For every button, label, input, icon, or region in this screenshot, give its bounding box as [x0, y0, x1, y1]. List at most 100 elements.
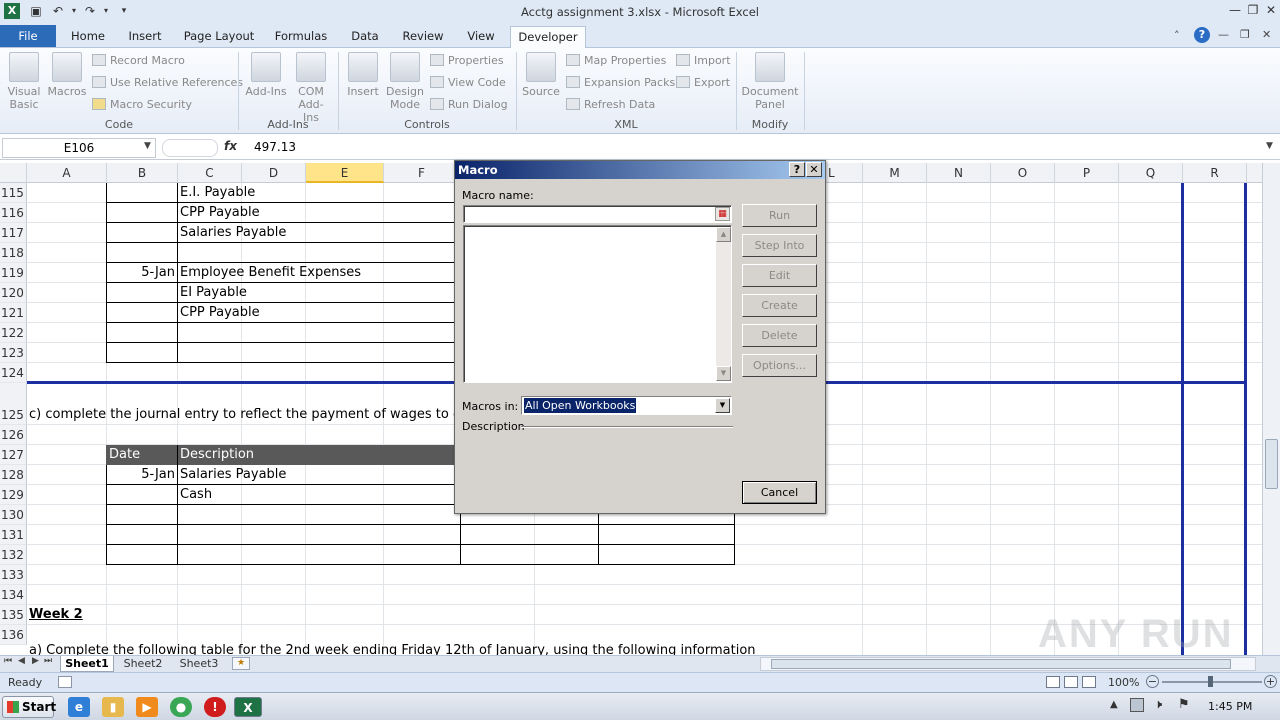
internet-explorer-icon[interactable]: e — [68, 697, 90, 717]
macros-in-select[interactable]: All Open Workbooks ▼ — [521, 396, 732, 415]
column-header-c[interactable]: C — [178, 163, 242, 183]
security-app-icon[interactable]: ! — [204, 697, 226, 717]
file-explorer-icon[interactable]: ▮ — [102, 697, 124, 717]
view-code-button[interactable]: View Code — [430, 74, 506, 92]
column-header-m[interactable]: M — [863, 163, 927, 183]
row-header[interactable]: 120 — [0, 283, 27, 303]
macro-name-input[interactable] — [463, 205, 732, 223]
row-header[interactable]: 132 — [0, 545, 27, 565]
row-header[interactable]: 129 — [0, 485, 27, 505]
column-header-a[interactable]: A — [27, 163, 107, 183]
dialog-help-button[interactable]: ? — [789, 162, 805, 177]
row-header[interactable]: 124 — [0, 363, 27, 383]
tab-developer[interactable]: Developer — [510, 26, 586, 49]
macro-list[interactable] — [463, 225, 732, 383]
sheet-tab-sheet3[interactable]: Sheet3 — [172, 656, 226, 672]
last-sheet-icon[interactable]: ⏭ — [44, 656, 52, 666]
cell-description[interactable]: CPP Payable — [180, 303, 260, 323]
column-header-l[interactable]: L — [826, 163, 863, 183]
row-header[interactable]: 126 — [0, 425, 27, 445]
cell-date[interactable]: 5-Jan — [107, 465, 175, 485]
column-header-n[interactable]: N — [927, 163, 991, 183]
export-button[interactable]: Export — [676, 74, 730, 92]
start-button[interactable]: Start — [2, 696, 56, 718]
restore-icon[interactable]: ❐ — [1244, 2, 1262, 18]
cancel-button[interactable]: Cancel — [742, 481, 817, 504]
source-button[interactable]: Source — [520, 52, 562, 98]
tab-insert[interactable]: Insert — [120, 26, 170, 48]
cell-instruction[interactable]: a) Complete the following table for the … — [29, 641, 756, 655]
options-button[interactable]: Options... — [742, 354, 817, 377]
column-header-q[interactable]: Q — [1119, 163, 1183, 183]
cell-description[interactable]: CPP Payable — [180, 203, 260, 223]
cell-description[interactable]: Cash — [180, 485, 212, 505]
row-header[interactable]: 127 — [0, 445, 27, 465]
macros-button[interactable]: Macros — [46, 52, 88, 98]
dropdown-arrow-icon[interactable]: ▼ — [715, 398, 730, 413]
next-sheet-icon[interactable]: ▶ — [32, 656, 39, 666]
scroll-down-icon[interactable]: ▼ — [716, 366, 731, 381]
column-header-e[interactable]: E — [306, 163, 384, 183]
horizontal-scrollbar[interactable] — [760, 657, 1256, 671]
minimize-icon[interactable]: — — [1226, 2, 1244, 18]
macro-security-button[interactable]: Macro Security — [92, 96, 192, 114]
row-header[interactable]: 135 — [0, 605, 27, 625]
zoom-level[interactable]: 100% — [1108, 676, 1139, 689]
close-window-icon[interactable]: ✕ — [1262, 2, 1280, 18]
dialog-close-button[interactable]: ✕ — [806, 162, 822, 177]
column-header-d[interactable]: D — [242, 163, 306, 183]
tab-review[interactable]: Review — [396, 26, 450, 48]
row-header[interactable]: 131 — [0, 525, 27, 545]
show-hidden-icons[interactable]: ▲ — [1110, 699, 1118, 710]
column-header-o[interactable]: O — [991, 163, 1055, 183]
zoom-in-icon[interactable]: + — [1264, 675, 1277, 688]
chrome-icon[interactable]: ● — [170, 697, 192, 717]
cell-description[interactable]: E.I. Payable — [180, 183, 255, 203]
run-dialog-button[interactable]: Run Dialog — [430, 96, 508, 114]
delete-button[interactable]: Delete — [742, 324, 817, 347]
workbook-restore-icon[interactable]: ❐ — [1240, 28, 1250, 41]
row-header[interactable]: 115 — [0, 183, 27, 203]
column-header-f[interactable]: F — [384, 163, 460, 183]
row-header[interactable]: 116 — [0, 203, 27, 223]
com-add-ins-button[interactable]: COM Add-Ins — [290, 52, 332, 124]
edit-button[interactable]: Edit — [742, 264, 817, 287]
zoom-slider-thumb[interactable] — [1208, 676, 1213, 687]
prev-sheet-icon[interactable]: ◀ — [18, 656, 25, 666]
cell-description[interactable]: EI Payable — [180, 283, 247, 303]
column-header-p[interactable]: P — [1055, 163, 1119, 183]
design-mode-button[interactable]: Design Mode — [384, 52, 426, 111]
sheet-tab-sheet2[interactable]: Sheet2 — [116, 656, 170, 672]
tab-home[interactable]: Home — [62, 26, 114, 48]
cell-description[interactable]: Salaries Payable — [180, 465, 286, 485]
macro-recording-icon[interactable] — [58, 676, 72, 688]
row-header[interactable]: 118 — [0, 243, 27, 263]
row-header[interactable]: 122 — [0, 323, 27, 343]
scroll-up-icon[interactable]: ▲ — [716, 227, 731, 242]
workbook-close-icon[interactable]: ✕ — [1262, 28, 1271, 41]
select-all-corner[interactable] — [0, 163, 27, 183]
cell-description[interactable]: Employee Benefit Expenses — [180, 263, 361, 283]
excel-taskbar-icon[interactable]: X — [234, 697, 262, 717]
column-header-b[interactable]: B — [107, 163, 178, 183]
cell-week-heading[interactable]: Week 2 — [29, 605, 83, 625]
horizontal-scroll-thumb[interactable] — [771, 659, 1231, 669]
create-button[interactable]: Create — [742, 294, 817, 317]
row-header[interactable]: 136 — [0, 625, 27, 645]
cell-description[interactable]: Salaries Payable — [180, 223, 286, 243]
row-header[interactable]: 117 — [0, 223, 27, 243]
vertical-scrollbar[interactable] — [1262, 163, 1280, 655]
import-button[interactable]: Import — [676, 52, 731, 70]
relative-references-button[interactable]: Use Relative References — [92, 74, 243, 92]
zoom-out-icon[interactable]: − — [1146, 675, 1159, 688]
row-header[interactable]: 119 — [0, 263, 27, 283]
run-button[interactable]: Run — [742, 204, 817, 227]
page-layout-view-icon[interactable] — [1064, 676, 1078, 688]
tab-page-layout[interactable]: Page Layout — [178, 26, 260, 48]
minimize-ribbon-icon[interactable]: ˄ — [1174, 29, 1180, 42]
first-sheet-icon[interactable]: ⏮ — [4, 656, 12, 666]
sheet-tab-sheet1[interactable]: Sheet1 — [60, 656, 114, 672]
cell-date[interactable]: 5-Jan — [107, 263, 175, 283]
scroll-thumb[interactable] — [1265, 439, 1278, 489]
visual-basic-button[interactable]: Visual Basic — [4, 52, 44, 111]
